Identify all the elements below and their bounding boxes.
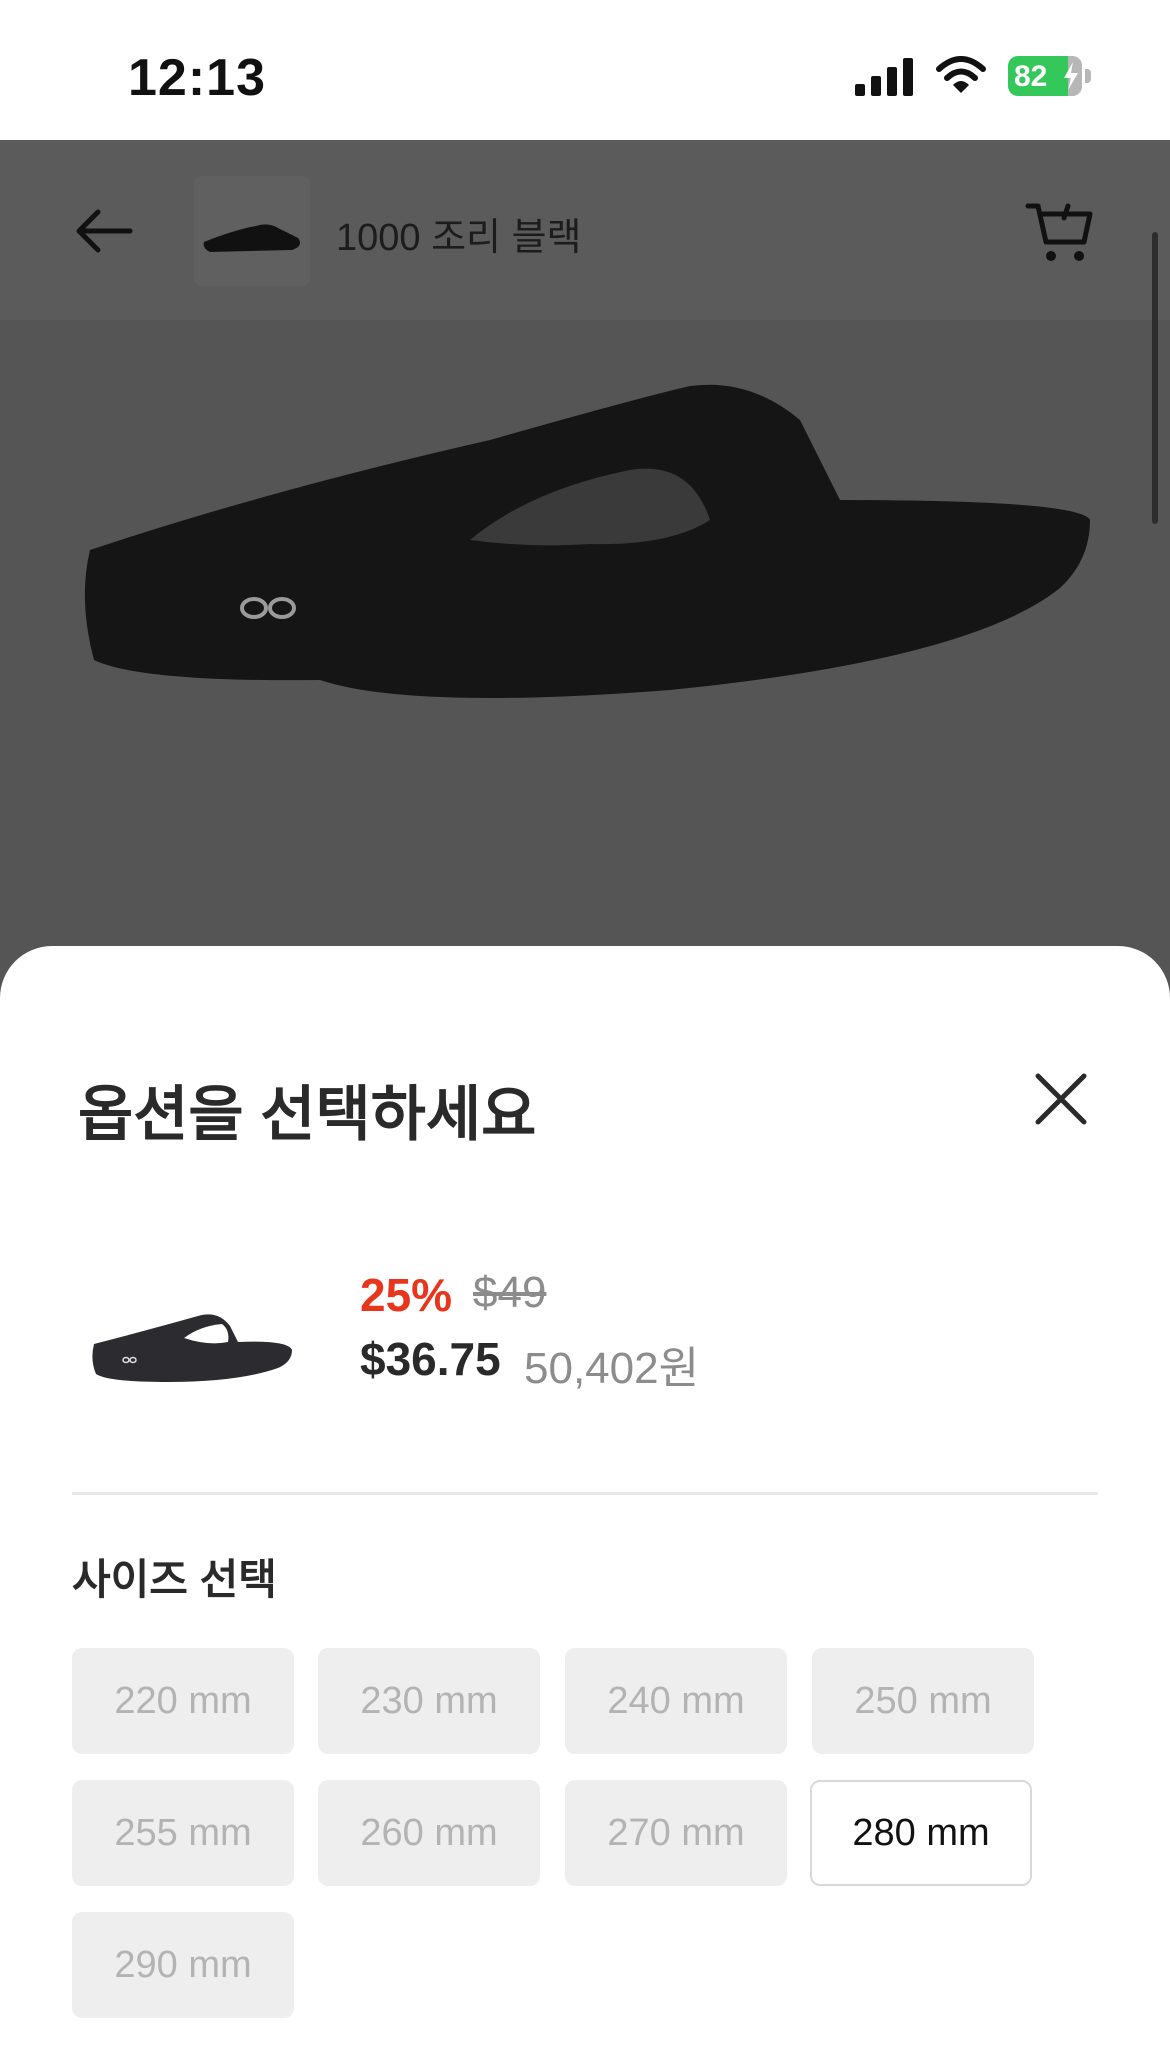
size-option-290[interactable]: 290 mm: [72, 1912, 294, 2018]
divider: [72, 1492, 1098, 1495]
product-hero-image: [70, 360, 1110, 740]
close-icon: [1035, 1073, 1087, 1125]
battery-icon: 82: [1008, 56, 1092, 96]
original-price: $49: [473, 1268, 547, 1317]
size-section-heading: 사이즈 선택: [72, 1556, 277, 1603]
page-scrollbar[interactable]: [1152, 232, 1158, 524]
battery-level: 82: [1014, 60, 1048, 93]
size-option-240[interactable]: 240 mm: [565, 1648, 787, 1754]
back-arrow-icon: [76, 209, 133, 253]
product-header: [0, 140, 1170, 320]
product-thumbnail: [194, 176, 310, 286]
size-option-270[interactable]: 270 mm: [565, 1780, 787, 1886]
product-image: [88, 1300, 298, 1392]
size-option-220[interactable]: 220 mm: [72, 1648, 294, 1754]
discount-rate: 25%: [360, 1269, 453, 1321]
product-title: 1000 조리 블랙: [336, 217, 582, 259]
size-option-280[interactable]: 280 mm: [810, 1780, 1032, 1886]
close-button[interactable]: [1032, 1070, 1090, 1128]
cart-icon: [1025, 203, 1093, 261]
size-option-250[interactable]: 250 mm: [812, 1648, 1034, 1754]
back-button[interactable]: [70, 196, 140, 266]
signal-icon: [855, 58, 913, 96]
size-option-255[interactable]: 255 mm: [72, 1780, 294, 1886]
status-time: 12:13: [128, 49, 266, 107]
cart-button[interactable]: [1024, 196, 1096, 268]
size-option-230[interactable]: 230 mm: [318, 1648, 540, 1754]
status-bar: 12:13 82: [0, 0, 1170, 140]
krw-price: 50,402원: [524, 1344, 700, 1393]
sale-price: $36.75: [360, 1333, 501, 1385]
wifi-icon: [936, 56, 986, 93]
sheet-title: 옵션을 선택하세요: [78, 1081, 537, 1148]
size-option-260[interactable]: 260 mm: [318, 1780, 540, 1886]
